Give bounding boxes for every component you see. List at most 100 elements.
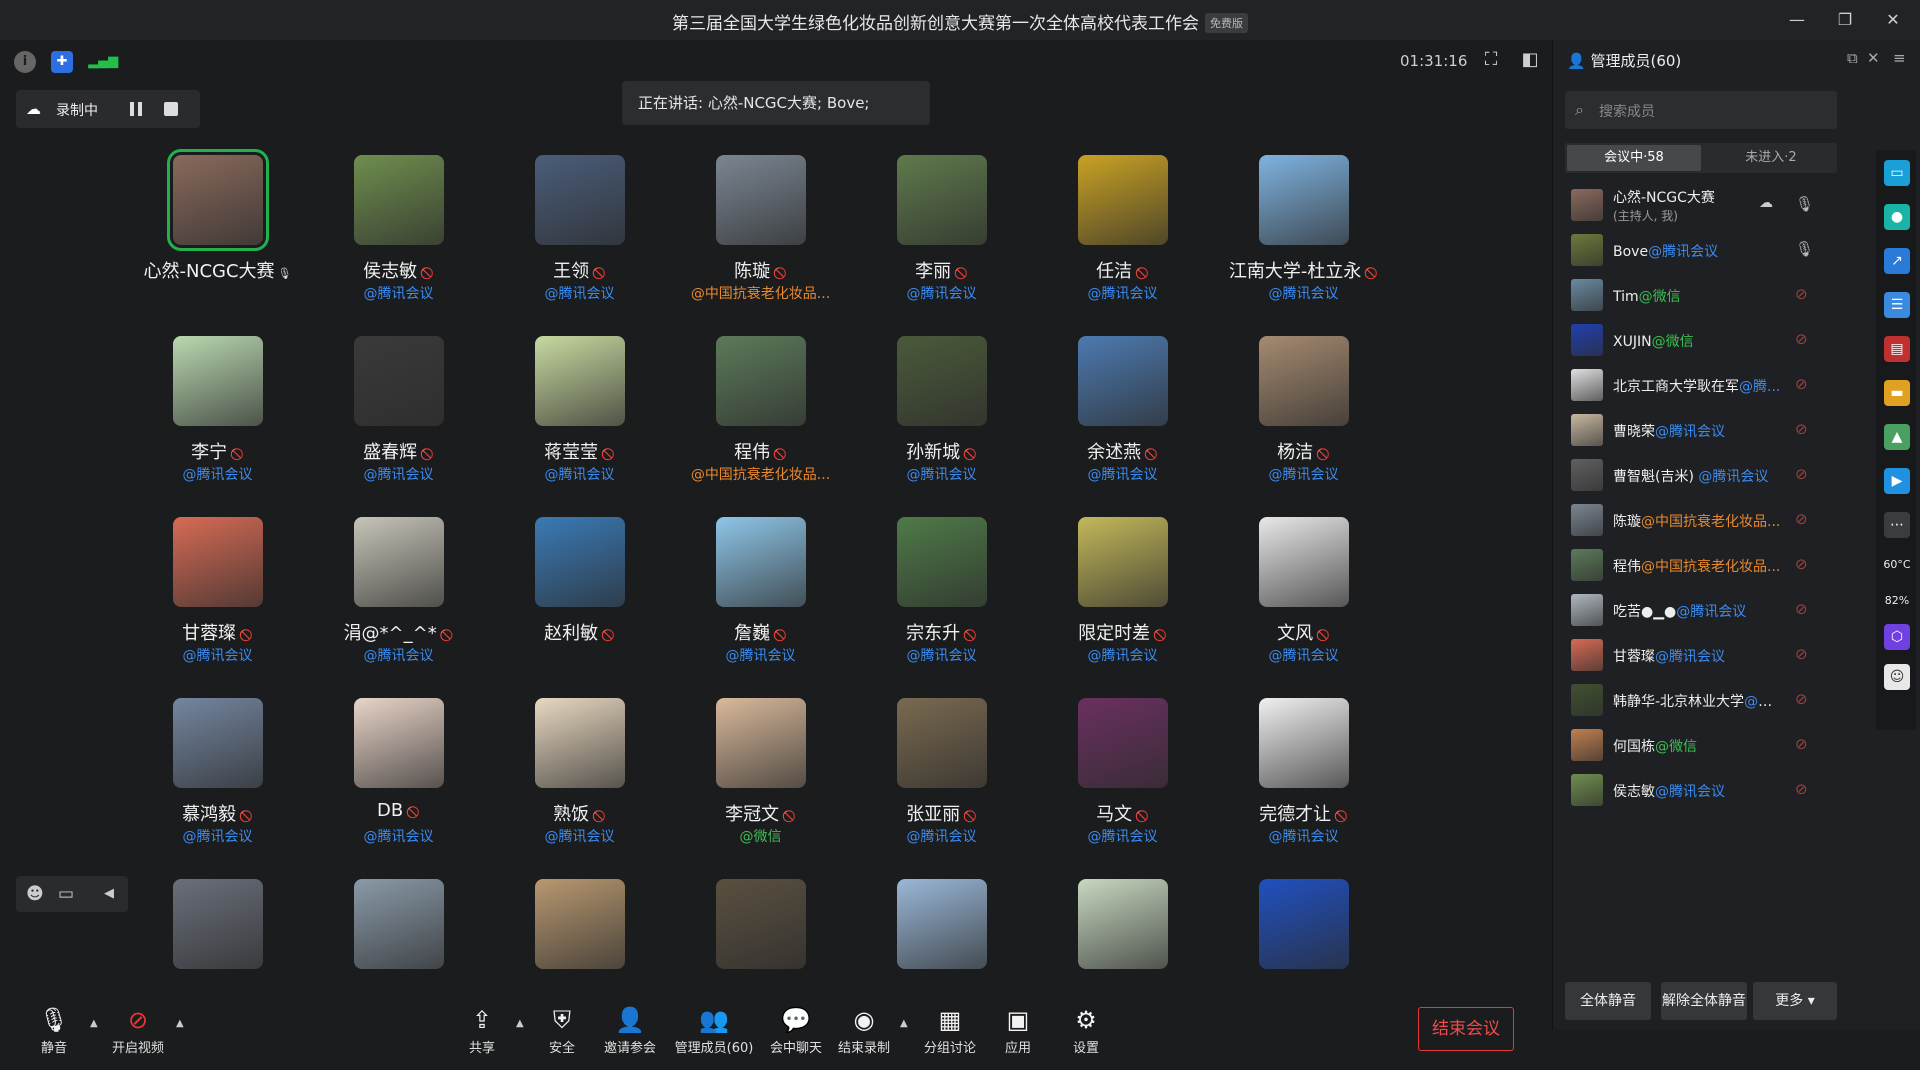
apps-button[interactable]: ▣ 应用: [1002, 1005, 1034, 1056]
microphone-icon[interactable]: 🎙: [1795, 240, 1814, 258]
participant-tile[interactable]: 李丽 🚫 @腾讯会议: [849, 145, 1034, 330]
participant-tile[interactable]: 马文 🚫 @腾讯会议: [1030, 688, 1215, 873]
participant-tile[interactable]: 江南大学-杜立永 🚫 @腾讯会议: [1211, 145, 1396, 330]
mic-muted-icon[interactable]: ⊘: [1795, 285, 1808, 303]
member-row[interactable]: 侯志敏@腾讯会议 ⊘: [1553, 768, 1837, 813]
participant-tile[interactable]: 李宁 🚫 @腾讯会议: [125, 326, 310, 511]
participant-tile[interactable]: 宗东升 🚫 @腾讯会议: [849, 507, 1034, 692]
emoji-icon[interactable]: ☻: [26, 884, 44, 904]
participant-tile[interactable]: 孙新城 🚫 @腾讯会议: [849, 326, 1034, 511]
layout-icon[interactable]: ◧: [1519, 49, 1541, 71]
participant-tile[interactable]: 文风 🚫 @腾讯会议: [1211, 507, 1396, 692]
member-row[interactable]: 程伟@中国抗衰老化妆品... ⊘: [1553, 543, 1837, 588]
participant-tile[interactable]: 李冠文 🚫 @微信: [668, 688, 853, 873]
participant-tile[interactable]: 王领 🚫 @腾讯会议: [487, 145, 672, 330]
comment-icon[interactable]: ▭: [58, 884, 74, 904]
member-row[interactable]: 何国栋@微信 ⊘: [1553, 723, 1837, 768]
monitor-icon[interactable]: ▭: [1884, 160, 1910, 186]
video-options-caret[interactable]: ▲: [176, 1018, 184, 1029]
mic-muted-icon[interactable]: ⊘: [1795, 465, 1808, 483]
record-options-caret[interactable]: ▲: [900, 1018, 908, 1029]
tab-not-joined[interactable]: 未进入·2: [1705, 143, 1837, 173]
image-icon[interactable]: ▲: [1884, 424, 1910, 450]
member-row[interactable]: 曹晓荣@腾讯会议 ⊘: [1553, 408, 1837, 453]
participant-tile[interactable]: DB 🚫 @腾讯会议: [306, 688, 491, 873]
mic-muted-icon[interactable]: ⊘: [1795, 690, 1808, 708]
mic-muted-icon[interactable]: ⊘: [1795, 645, 1808, 663]
participant-tile[interactable]: 陈璇 🚫 @中国抗衰老化妆品...: [668, 145, 853, 330]
mute-all-button[interactable]: 全体静音: [1565, 982, 1651, 1020]
settings-button[interactable]: ⚙ 设置: [1070, 1005, 1102, 1056]
signal-icon[interactable]: ▂▄▆: [88, 51, 118, 73]
member-row[interactable]: Tim@微信 ⊘: [1553, 273, 1837, 318]
fullscreen-icon[interactable]: ⛶: [1480, 49, 1502, 71]
shortcut-icon[interactable]: ↗: [1884, 248, 1910, 274]
participant-tile[interactable]: [849, 869, 1034, 985]
member-row[interactable]: 韩静华-北京林业大学@腾... ⊘: [1553, 678, 1837, 723]
participant-tile[interactable]: 完德才让 🚫 @腾讯会议: [1211, 688, 1396, 873]
mute-button[interactable]: 🎙 静音: [38, 1005, 70, 1056]
member-search[interactable]: ⌕ 搜索成员: [1565, 91, 1837, 129]
microphone-icon[interactable]: 🎙: [1795, 195, 1814, 213]
mic-muted-icon[interactable]: ⊘: [1795, 555, 1808, 573]
more-apps-icon[interactable]: ⋯: [1884, 512, 1910, 538]
more-button[interactable]: 更多 ▾: [1753, 982, 1837, 1020]
video-button[interactable]: ⊘ 开启视频: [108, 1005, 168, 1056]
participant-tile[interactable]: 詹巍 🚫 @腾讯会议: [668, 507, 853, 692]
video-player-icon[interactable]: ▶: [1884, 468, 1910, 494]
breakout-button[interactable]: ▦ 分组讨论: [922, 1005, 978, 1056]
stop-record-icon[interactable]: [164, 102, 178, 116]
invite-button[interactable]: 👤 邀请参会: [600, 1005, 660, 1056]
participant-tile[interactable]: 限定时差 🚫 @腾讯会议: [1030, 507, 1215, 692]
member-row[interactable]: 陈璇@中国抗衰老化妆品... ⊘: [1553, 498, 1837, 543]
mic-muted-icon[interactable]: ⊘: [1795, 735, 1808, 753]
participant-tile[interactable]: 侯志敏 🚫 @腾讯会议: [306, 145, 491, 330]
folder-icon[interactable]: ▬: [1884, 380, 1910, 406]
popout-icon[interactable]: ⧉: [1847, 49, 1858, 67]
participant-tile[interactable]: 涓@*^_^* 🚫 @腾讯会议: [306, 507, 491, 692]
restore-icon[interactable]: ❐: [1830, 6, 1860, 34]
close-panel-icon[interactable]: ✕: [1867, 49, 1880, 67]
participant-tile[interactable]: 张亚丽 🚫 @腾讯会议: [849, 688, 1034, 873]
document-icon[interactable]: ☰: [1884, 292, 1910, 318]
participant-tile[interactable]: 余述燕 🚫 @腾讯会议: [1030, 326, 1215, 511]
mic-muted-icon[interactable]: ⊘: [1795, 375, 1808, 393]
mic-muted-icon[interactable]: ⊘: [1795, 600, 1808, 618]
share-options-caret[interactable]: ▲: [516, 1018, 524, 1029]
collapse-icon[interactable]: ◀: [104, 886, 114, 901]
participant-tile[interactable]: 赵利敏 🚫: [487, 507, 672, 692]
participant-tile[interactable]: 心然-NCGC大赛 🎙: [125, 145, 310, 330]
mute-options-caret[interactable]: ▲: [90, 1018, 98, 1029]
end-meeting-button[interactable]: 结束会议: [1418, 1007, 1514, 1051]
chat-button[interactable]: 💬 会中聊天: [768, 1005, 824, 1056]
archive-icon[interactable]: ▤: [1884, 336, 1910, 362]
participant-tile[interactable]: 杨洁 🚫 @腾讯会议: [1211, 326, 1396, 511]
member-row[interactable]: 心然-NCGC大赛 (主持人, 我) ☁ 🎙: [1553, 183, 1837, 228]
participant-tile[interactable]: 慕鸿毅 🚫 @腾讯会议: [125, 688, 310, 873]
unmute-all-button[interactable]: 解除全体静音: [1661, 982, 1747, 1020]
participant-tile[interactable]: 熟饭 🚫 @腾讯会议: [487, 688, 672, 873]
participant-tile[interactable]: [125, 869, 310, 985]
member-row[interactable]: 吃苦●▁●@腾讯会议 ⊘: [1553, 588, 1837, 633]
shield-icon[interactable]: ✚: [51, 51, 74, 73]
member-row[interactable]: 甘蓉璨@腾讯会议 ⊘: [1553, 633, 1837, 678]
security-button[interactable]: ⛨ 安全: [546, 1005, 578, 1056]
participant-tile[interactable]: 任洁 🚫 @腾讯会议: [1030, 145, 1215, 330]
close-icon[interactable]: ✕: [1878, 6, 1908, 34]
participant-tile[interactable]: [487, 869, 672, 985]
avatar-app-icon[interactable]: ☺: [1884, 664, 1910, 690]
participant-tile[interactable]: 盛春辉 🚫 @腾讯会议: [306, 326, 491, 511]
participant-tile[interactable]: [1030, 869, 1215, 985]
participant-tile[interactable]: [306, 869, 491, 985]
participant-tile[interactable]: [668, 869, 853, 985]
members-button[interactable]: 👥 管理成员(60): [672, 1005, 756, 1056]
participant-tile[interactable]: 程伟 🚫 @中国抗衰老化妆品...: [668, 326, 853, 511]
tab-in-meeting[interactable]: 会议中·58: [1567, 145, 1701, 171]
member-row[interactable]: 曹智魁(吉米) @腾讯会议 ⊘: [1553, 453, 1837, 498]
pause-record-icon[interactable]: [128, 101, 144, 117]
participant-tile[interactable]: 蒋莹莹 🚫 @腾讯会议: [487, 326, 672, 511]
member-row[interactable]: XUJIN@微信 ⊘: [1553, 318, 1837, 363]
mic-muted-icon[interactable]: ⊘: [1795, 330, 1808, 348]
participant-tile[interactable]: [1211, 869, 1396, 985]
participant-tile[interactable]: 甘蓉璨 🚫 @腾讯会议: [125, 507, 310, 692]
